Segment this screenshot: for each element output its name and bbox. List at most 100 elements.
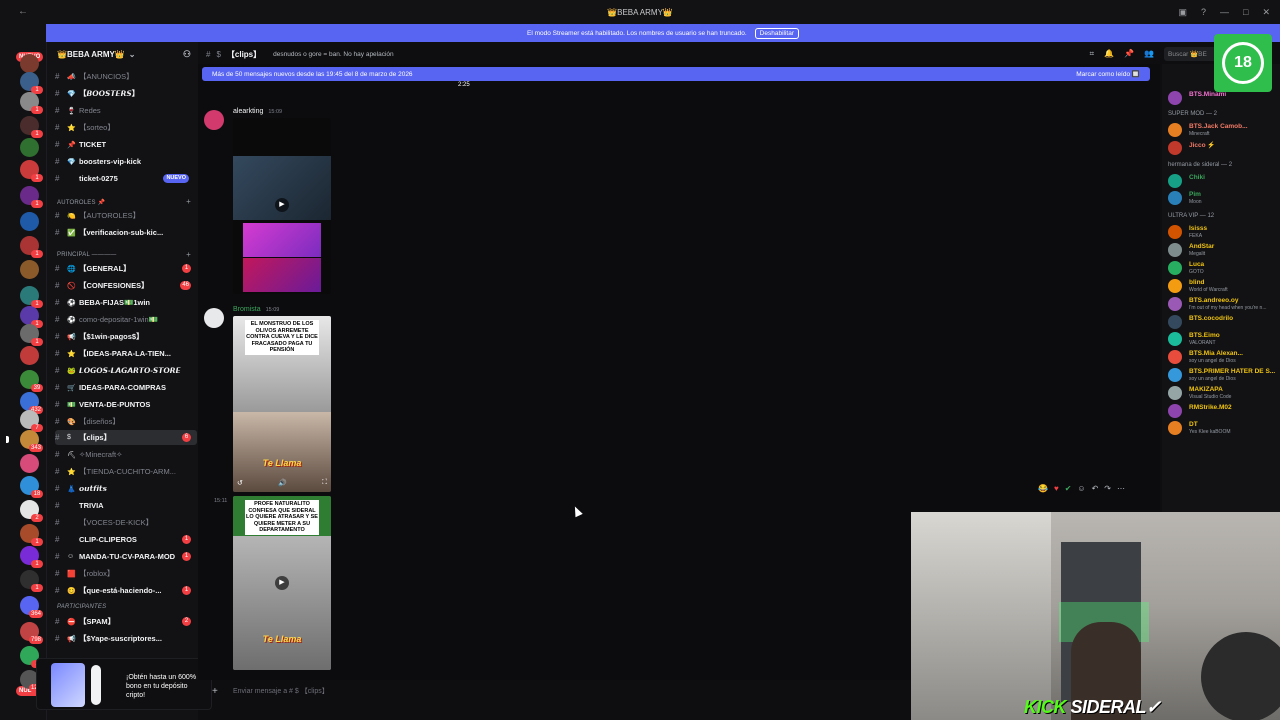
channel-item[interactable]: # TRIVIA bbox=[55, 498, 197, 513]
member-item[interactable]: blind World of Warcraft bbox=[1168, 278, 1280, 294]
channel-item[interactable]: # ⭐ 【IDEAS-PARA-LA-TIEN... bbox=[55, 346, 197, 361]
check-react-icon[interactable]: ✔ bbox=[1065, 484, 1072, 493]
server-icon[interactable]: 39 bbox=[20, 370, 43, 392]
channel-item[interactable]: # 🍋 【AUTOROLES】 bbox=[55, 208, 197, 223]
channel-item[interactable]: # ticket-0275 NUEVO bbox=[55, 171, 197, 186]
server-icon[interactable] bbox=[20, 212, 39, 231]
new-messages-bar[interactable]: Más de 50 mensajes nuevos desde las 19:4… bbox=[202, 67, 1150, 81]
server-icon[interactable]: 1 bbox=[20, 116, 43, 138]
member-item[interactable]: MAKIZAPA Visual Studio Code bbox=[1168, 385, 1280, 401]
server-icon[interactable]: 432 bbox=[20, 392, 43, 414]
server-header[interactable]: 👑BEBA ARMY👑 ⌄ ⚇ bbox=[47, 44, 199, 64]
channel-item[interactable]: # 【VOCES-DE-KICK】 bbox=[55, 515, 197, 530]
channel-item[interactable]: # ✅ 【verificacion-sub-kic... bbox=[55, 225, 197, 240]
server-icon[interactable] bbox=[20, 138, 39, 157]
channel-item[interactable]: # $ 【clips】 6 bbox=[55, 430, 197, 445]
channel-item[interactable]: # CLIP-CLIPEROS 1 bbox=[55, 532, 197, 547]
reply-icon[interactable]: ↶ bbox=[1092, 484, 1099, 493]
channel-item[interactable]: # ⭐ 【TIENDA-CUCHITO-ARM... bbox=[55, 464, 197, 479]
channel-item[interactable]: # 🟥 【roblox】 bbox=[55, 566, 197, 581]
server-icon[interactable]: 18 bbox=[20, 476, 43, 498]
heart-react-icon[interactable]: ♥ bbox=[1054, 484, 1059, 493]
back-arrow-icon[interactable]: ← bbox=[18, 6, 28, 17]
member-item[interactable]: BTS.Mia Alexan... soy un angel de Dios bbox=[1168, 349, 1280, 365]
member-item[interactable]: BTS.Jack Camob... Minecraft bbox=[1168, 122, 1280, 138]
channel-item[interactable]: # ⚽ como-depositar-1win💵 bbox=[55, 312, 197, 327]
server-icon[interactable] bbox=[20, 54, 39, 73]
server-icon[interactable]: 1 bbox=[20, 186, 43, 208]
channel-item[interactable]: # 📢 【$Yape-suscriptores... bbox=[55, 631, 197, 646]
video-thumbnail[interactable]: ▶ bbox=[233, 118, 331, 294]
server-icon[interactable]: 364 bbox=[20, 596, 43, 618]
promo-card[interactable]: ¡Obtén hasta un 600% de bono en tu depós… bbox=[36, 658, 212, 710]
video-thumbnail[interactable]: EL MONSTRUO DE LOS OLIVOS ARREMETE CONTR… bbox=[233, 316, 331, 492]
member-item[interactable]: Luca GOTO bbox=[1168, 260, 1280, 276]
bell-icon[interactable]: 🔔 bbox=[1104, 49, 1114, 59]
server-icon[interactable] bbox=[20, 454, 39, 473]
server-icon[interactable]: 1 bbox=[20, 92, 43, 114]
play-icon[interactable]: ▶ bbox=[275, 198, 289, 212]
emoji-react-icon[interactable]: 😂 bbox=[1038, 484, 1048, 493]
member-item[interactable]: Chiki bbox=[1168, 173, 1280, 189]
channel-topic[interactable]: desnudos o gore = ban. No hay apelación bbox=[273, 51, 394, 58]
threads-icon[interactable]: ⌗ bbox=[1090, 49, 1095, 59]
search-input[interactable]: Buscar 👑BE bbox=[1164, 47, 1220, 61]
add-attachment-icon[interactable]: + bbox=[212, 684, 218, 700]
channel-item[interactable]: # 🚫 【CONFESIONES】 46 bbox=[55, 278, 197, 293]
mark-read-button[interactable]: Marcar como leído 🔲 bbox=[1076, 70, 1140, 78]
server-icon[interactable]: 7 bbox=[20, 410, 43, 432]
message-composer[interactable]: + Enviar mensaje a # $ 【clips】 bbox=[206, 684, 906, 700]
channel-item[interactable]: # 💎 【𝘽𝙊𝙊𝙎𝙏𝙀𝙍𝙎】 bbox=[55, 86, 197, 101]
server-icon[interactable]: 798 bbox=[20, 622, 43, 644]
server-icon[interactable]: 1 bbox=[20, 546, 43, 568]
member-item[interactable]: Jicco ⚡ bbox=[1168, 140, 1280, 156]
maximize-icon[interactable]: □ bbox=[1243, 7, 1248, 18]
channel-item[interactable]: # 🐸 𝙇𝙊𝙂𝙊𝙎-𝙇𝘼𝙂𝘼𝙍𝙏𝙊-𝙎𝙏𝙊𝙍𝙀 bbox=[55, 363, 197, 378]
server-icon[interactable]: 1 bbox=[20, 160, 43, 182]
channel-item[interactable]: # 🛒 IDEAS-PARA-COMPRAS bbox=[55, 380, 197, 395]
server-icon[interactable]: 2 bbox=[20, 500, 43, 522]
help-icon[interactable]: ? bbox=[1201, 7, 1206, 18]
disable-button[interactable]: Deshabilitar bbox=[754, 27, 799, 39]
member-item[interactable]: BTS.andreeo.oy I'm out of my head when yo… bbox=[1168, 296, 1280, 312]
member-item[interactable]: BTS.cocodrilo bbox=[1168, 314, 1280, 330]
member-item[interactable]: Pim Moon bbox=[1168, 190, 1280, 206]
server-icon[interactable]: 1 bbox=[20, 72, 43, 94]
server-icon[interactable] bbox=[20, 346, 39, 365]
server-icon[interactable] bbox=[20, 260, 39, 279]
message-author[interactable]: Bromista 15:09 bbox=[233, 306, 279, 313]
avatar[interactable] bbox=[204, 110, 224, 130]
add-reaction-icon[interactable]: ☺ bbox=[1077, 484, 1085, 493]
member-item[interactable]: DT Yes Klee kaBOOM bbox=[1168, 420, 1280, 436]
server-icon[interactable]: 1 bbox=[20, 286, 43, 308]
play-icon[interactable]: ▶ bbox=[275, 576, 289, 590]
channel-item[interactable]: # ⚽ BEBA-FIJAS💵1win bbox=[55, 295, 197, 310]
member-item[interactable]: Isisss FEKA bbox=[1168, 224, 1280, 240]
video-controls[interactable]: ↺ 🔊 ⛶ bbox=[237, 479, 327, 487]
invite-icon[interactable]: ⚇ bbox=[183, 49, 191, 60]
channel-item[interactable]: # 💵 VENTA-DE-PUNTOS bbox=[55, 397, 197, 412]
minimize-icon[interactable]: — bbox=[1220, 7, 1229, 18]
channel-item[interactable]: # 🌐 【GENERAL】 1 bbox=[55, 261, 197, 276]
channel-item[interactable]: # 📣 【ANUNCIOS】 bbox=[55, 69, 197, 84]
channel-item[interactable]: # 👗 𝙤𝙪𝙩𝙛𝙞𝙩𝙨 bbox=[55, 481, 197, 496]
category-principal[interactable]: PRINCIPAL ———— + bbox=[57, 249, 197, 261]
forward-icon[interactable]: ↷ bbox=[1104, 484, 1111, 493]
add-channel-icon[interactable]: + bbox=[186, 250, 191, 259]
category-participantes[interactable]: PARTICIPANTES bbox=[57, 601, 197, 613]
server-icon[interactable]: 1 bbox=[20, 524, 43, 546]
server-icon[interactable]: 343 bbox=[6, 430, 43, 452]
member-item[interactable]: BTS.Eimo VALORANT bbox=[1168, 331, 1280, 347]
server-icon[interactable]: 1 bbox=[20, 324, 43, 346]
channel-item[interactable]: # ⛏ ✧Minecraft✧ bbox=[55, 447, 197, 462]
member-item[interactable]: RMStrike.M02 bbox=[1168, 403, 1280, 419]
server-icon[interactable]: 1 bbox=[20, 306, 43, 328]
video-thumbnail[interactable]: PROFE NATURALITO CONFIESA QUE SIDERAL LO… bbox=[233, 496, 331, 670]
channel-item[interactable]: # 🍷 Redes bbox=[55, 103, 197, 118]
more-icon[interactable]: ⋯ bbox=[1117, 484, 1125, 493]
channel-item[interactable]: # 🎨 【diseños】 bbox=[55, 414, 197, 429]
members-icon[interactable]: 👥 bbox=[1144, 49, 1154, 59]
add-channel-icon[interactable]: + bbox=[186, 197, 191, 206]
channel-item[interactable]: # 😊 【que-está-haciendo-... 1 bbox=[55, 583, 197, 598]
channel-item[interactable]: # 📢 【$1win-pagos$】 bbox=[55, 329, 197, 344]
